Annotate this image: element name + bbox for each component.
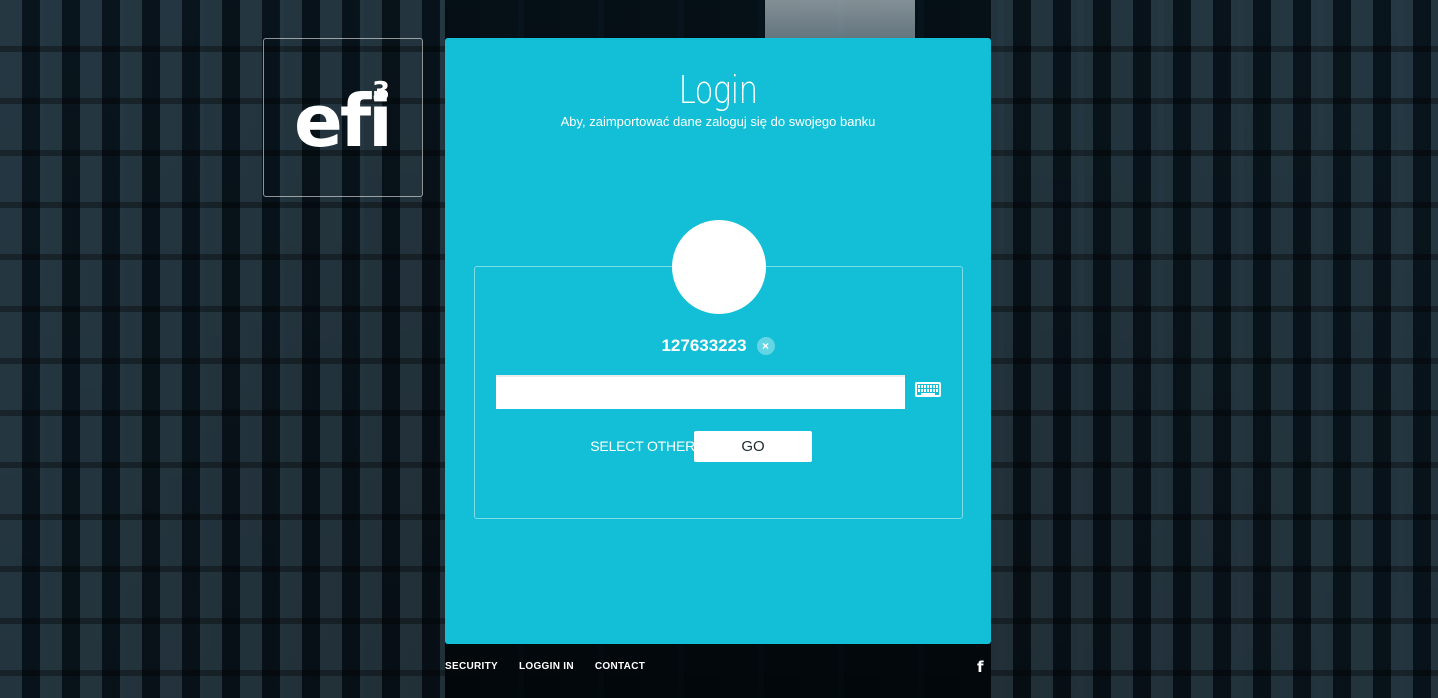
account-row: 127633223 × [445, 336, 991, 356]
brand-logo: efi 3 [263, 38, 423, 197]
close-icon[interactable]: × [756, 337, 775, 355]
footer-link-security[interactable]: SECURITY [445, 661, 498, 672]
select-other-link[interactable]: SELECT OTHER [585, 438, 695, 454]
bank-avatar [672, 220, 766, 314]
go-button[interactable]: GO [694, 431, 812, 462]
logo-superscript: 3 [372, 77, 391, 107]
keyboard-icon[interactable] [915, 382, 941, 397]
page-subtitle: Aby, zaimportować dane zaloguj się do sw… [560, 114, 876, 129]
login-card: Login Aby, zaimportować dane zaloguj się… [445, 38, 991, 644]
footer-link-loggin-in[interactable]: LOGGIN IN [519, 661, 574, 672]
password-input[interactable] [496, 375, 905, 409]
footer-nav: SECURITY LOGGIN IN CONTACT [445, 661, 645, 672]
background-sky [765, 0, 915, 40]
footer-link-contact[interactable]: CONTACT [595, 661, 645, 672]
background-buildings-right [991, 0, 1438, 698]
account-number: 127633223 [661, 336, 747, 355]
page-title: Login [678, 68, 759, 112]
facebook-icon[interactable]: f [977, 658, 984, 676]
